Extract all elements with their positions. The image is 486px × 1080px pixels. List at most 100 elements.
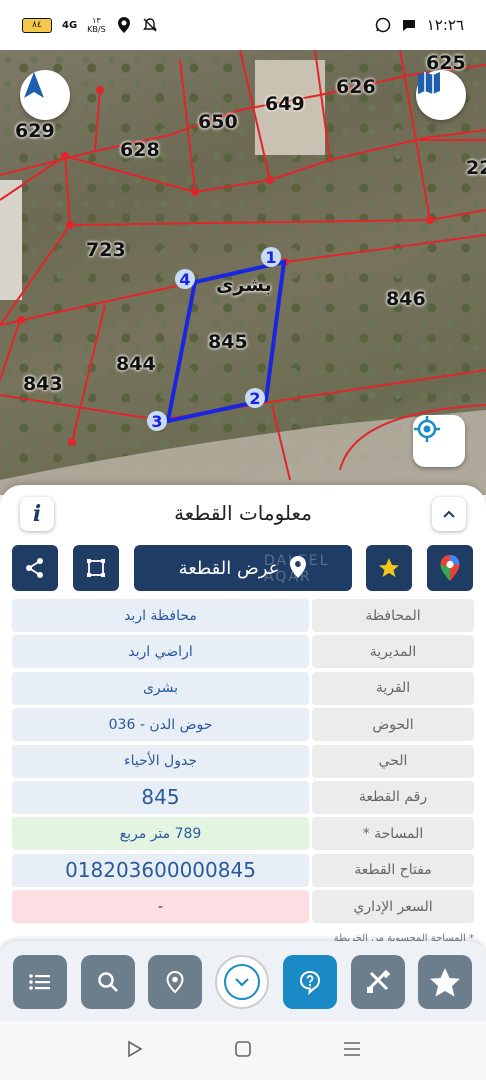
recents-menu-icon xyxy=(343,1041,360,1056)
parcel-label-846: 846 xyxy=(386,288,426,310)
parcel-label-22: 22 xyxy=(466,157,486,179)
table-row-basin: حوض الدن - 036 الحوض xyxy=(12,708,474,742)
neighborhood-label: الحي xyxy=(312,744,474,778)
table-row-parcel-key: 018203600000845 مفتاح القطعة xyxy=(12,853,474,887)
clock: ١٢:٢٦ xyxy=(426,16,464,34)
table-row-area: 789 متر مربع المساحة * xyxy=(12,817,474,851)
compass-icon xyxy=(24,72,44,98)
table-row-village: بشرى القرية xyxy=(12,671,474,705)
map-type-button[interactable] xyxy=(416,70,466,120)
parcel-label-845: 845 xyxy=(208,331,248,353)
chevron-down-icon xyxy=(224,964,260,1000)
signal-icon: 4G xyxy=(62,19,78,31)
whatsapp-icon xyxy=(375,17,391,33)
google-maps-button[interactable] xyxy=(427,545,473,591)
mute-icon xyxy=(142,17,158,33)
area-label: المساحة * xyxy=(312,817,474,851)
back-triangle-icon xyxy=(128,1040,143,1057)
map-pin-icon xyxy=(290,556,307,578)
basin-value: حوض الدن - 036 xyxy=(12,708,309,742)
menu-icon xyxy=(29,974,50,990)
directorate-value: اراضي اربد xyxy=(12,635,309,669)
help-button[interactable] xyxy=(283,955,337,1009)
parcel-label-650: 650 xyxy=(198,111,238,133)
governorate-value: محافظة اربد xyxy=(12,599,309,632)
polygon-icon xyxy=(87,559,105,577)
directorate-label: المديرية xyxy=(312,635,474,669)
vertex-label-2: 2 xyxy=(245,388,265,408)
bottom-toolbar xyxy=(0,941,486,1021)
status-left: ٨٤ 4G ١٣ KB/S xyxy=(22,16,158,34)
parcel-info-table: محافظة اربد المحافظة اراضي اربد المديرية… xyxy=(12,599,474,927)
vertex-label-1: 1 xyxy=(261,247,281,267)
panel-header: i معلومات القطعة xyxy=(0,485,486,541)
admin-price-value: - xyxy=(12,890,309,924)
battery-level: ٨٤ xyxy=(32,20,42,30)
status-right: ١٢:٢٦ xyxy=(375,16,464,34)
panel-title: معلومات القطعة xyxy=(174,501,312,525)
location-pin-icon xyxy=(166,970,184,994)
crosshair-icon xyxy=(414,416,440,442)
vertex-label-3: 3 xyxy=(147,411,167,431)
star-icon xyxy=(430,968,460,997)
parcel-label-626: 626 xyxy=(336,76,376,98)
parcel-label-844: 844 xyxy=(116,353,156,375)
draw-shape-button[interactable] xyxy=(73,545,119,591)
parcel-number-value: 845 xyxy=(12,780,309,814)
show-parcel-label: عرض القطعة xyxy=(178,557,280,579)
status-bar: ٨٤ 4G ١٣ KB/S ١٢:٢٦ xyxy=(0,0,486,50)
village-value: بشرى xyxy=(12,671,309,705)
parcel-key-label: مفتاح القطعة xyxy=(312,853,474,887)
admin-price-label: السعر الإداري xyxy=(312,890,474,924)
table-row-admin-price: - السعر الإداري xyxy=(12,890,474,924)
chat-icon xyxy=(401,17,417,33)
action-bar: عرض القطعة DALEEL AQAR xyxy=(0,545,486,595)
tools-icon xyxy=(367,969,391,993)
parcel-number-label: رقم القطعة xyxy=(312,780,474,814)
area-value: 789 متر مربع xyxy=(12,817,309,851)
table-row-neighborhood: جدول الأحياء الحي xyxy=(12,744,474,778)
google-maps-icon xyxy=(440,555,460,581)
home-square-icon xyxy=(235,1040,251,1057)
neighborhood-value: جدول الأحياء xyxy=(12,744,309,778)
network-speed-unit: KB/S xyxy=(87,25,106,34)
table-row-parcel-number: 845 رقم القطعة xyxy=(12,780,474,814)
collapse-button[interactable] xyxy=(432,497,466,531)
network-speed: ١٣ KB/S xyxy=(87,16,106,34)
search-button[interactable] xyxy=(81,955,135,1009)
battery-icon: ٨٤ xyxy=(22,17,52,33)
location-pin-button[interactable] xyxy=(148,955,202,1009)
vertex-label-4: 4 xyxy=(175,269,195,289)
parcel-label-649: 649 xyxy=(265,93,305,115)
map-layers-icon xyxy=(418,72,440,94)
basin-label: الحوض xyxy=(312,708,474,742)
parcel-label-723: 723 xyxy=(86,239,126,261)
table-row-directorate: اراضي اربد المديرية xyxy=(12,635,474,669)
village-label-cell: القرية xyxy=(312,671,474,705)
map-view[interactable]: 625 626 649 650 629 628 723 846 844 843 … xyxy=(0,50,486,495)
parcel-label-843: 843 xyxy=(23,373,63,395)
favorites-button[interactable] xyxy=(418,955,472,1009)
expand-toggle-button[interactable] xyxy=(215,955,269,1009)
parcel-label-628: 628 xyxy=(120,139,160,161)
recents-nav-button[interactable] xyxy=(343,1039,361,1063)
search-icon xyxy=(98,972,118,992)
favorite-button[interactable] xyxy=(366,545,412,591)
show-parcel-button[interactable]: عرض القطعة DALEEL AQAR xyxy=(134,545,352,591)
share-button[interactable] xyxy=(12,545,58,591)
table-row-governorate: محافظة اربد المحافظة xyxy=(12,599,474,632)
network-speed-value: ١٣ xyxy=(92,16,101,25)
share-icon xyxy=(26,558,43,578)
parcel-key-value[interactable]: 018203600000845 xyxy=(12,853,309,887)
village-label: بشرى xyxy=(216,274,272,296)
tools-button[interactable] xyxy=(351,955,405,1009)
back-nav-button[interactable] xyxy=(125,1039,143,1063)
compass-button[interactable] xyxy=(20,70,70,120)
my-location-button[interactable] xyxy=(413,415,465,467)
chevron-up-icon xyxy=(443,510,455,518)
menu-button[interactable] xyxy=(13,955,67,1009)
home-nav-button[interactable] xyxy=(234,1039,252,1063)
star-icon xyxy=(379,558,399,577)
location-icon xyxy=(116,17,132,33)
parcel-label-629: 629 xyxy=(15,120,55,142)
